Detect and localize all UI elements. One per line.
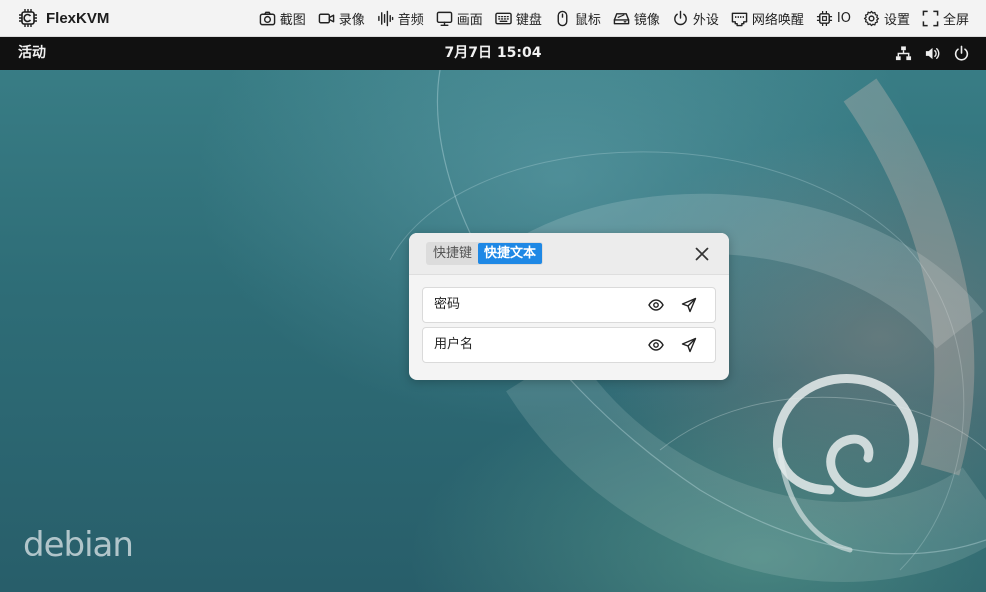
chip-icon — [816, 10, 832, 27]
tab-shortcuts[interactable]: 快捷键 — [427, 243, 478, 264]
mirror-button[interactable]: 镜像 — [610, 0, 663, 37]
display-button[interactable]: 画面 — [433, 0, 486, 37]
close-icon[interactable] — [693, 245, 711, 263]
send-icon[interactable] — [681, 337, 697, 353]
audio-wave-icon — [377, 10, 394, 27]
audio-label: 音频 — [397, 13, 424, 28]
wol-label: 网络唤醒 — [751, 13, 804, 28]
activities-button[interactable]: 活动 — [18, 37, 46, 70]
screenshot-label: 截图 — [279, 13, 306, 28]
chip-logo-icon — [19, 9, 37, 27]
remote-desktop[interactable]: 活动 7月7日 15:04 debian 快捷键 快捷文本 密码 用户名 — [0, 37, 986, 592]
panel-tabs: 快捷键 快捷文本 — [426, 242, 544, 265]
tab-quick-text[interactable]: 快捷文本 — [478, 243, 543, 264]
eye-icon[interactable] — [648, 297, 664, 313]
io-button[interactable]: IO — [813, 0, 854, 37]
item-name: 密码 — [434, 297, 461, 312]
settings-label: 设置 — [883, 13, 910, 28]
ethernet-port-icon — [731, 12, 748, 27]
quick-text-item-username[interactable]: 用户名 — [422, 327, 716, 363]
video-camera-icon — [318, 13, 335, 24]
fullscreen-icon — [922, 10, 939, 27]
screenshot-button[interactable]: 截图 — [256, 0, 309, 37]
kvm-toolbar: FlexKVM 截图 录像 音频 画面 键盘 鼠标 镜像 外设 网络唤醒 IO … — [0, 0, 986, 37]
keyboard-button[interactable]: 键盘 — [492, 0, 545, 37]
send-icon[interactable] — [681, 297, 697, 313]
eye-icon[interactable] — [648, 337, 664, 353]
panel-header: 快捷键 快捷文本 — [409, 233, 729, 275]
wol-button[interactable]: 网络唤醒 — [728, 0, 807, 37]
network-icon — [895, 46, 912, 61]
debian-logo: debian — [23, 525, 134, 565]
mouse-button[interactable]: 鼠标 — [551, 0, 604, 37]
peripheral-button[interactable]: 外设 — [669, 0, 722, 37]
record-button[interactable]: 录像 — [315, 0, 368, 37]
disk-drive-icon — [613, 13, 630, 25]
quick-text-list: 密码 用户名 — [409, 275, 729, 363]
keyboard-icon — [495, 12, 512, 25]
record-label: 录像 — [338, 13, 365, 28]
audio-button[interactable]: 音频 — [374, 0, 427, 37]
monitor-icon — [436, 11, 453, 27]
system-tray[interactable] — [895, 37, 970, 70]
gnome-top-bar: 活动 7月7日 15:04 — [0, 37, 986, 70]
power-icon — [673, 10, 687, 26]
brand: FlexKVM — [0, 0, 109, 36]
clock-display: 7月7日 15:04 — [0, 37, 986, 70]
gear-icon — [863, 10, 880, 27]
settings-button[interactable]: 设置 — [860, 0, 913, 37]
toolbar-actions: 截图 录像 音频 画面 键盘 鼠标 镜像 外设 网络唤醒 IO 设置 全屏 — [250, 0, 972, 37]
quick-text-panel: 快捷键 快捷文本 密码 用户名 — [409, 233, 729, 380]
clock-text[interactable]: 7月7日 15:04 — [445, 45, 542, 61]
mouse-label: 鼠标 — [574, 13, 601, 28]
item-name: 用户名 — [434, 337, 474, 352]
fullscreen-label: 全屏 — [942, 13, 969, 28]
quick-text-item-password[interactable]: 密码 — [422, 287, 716, 323]
keyboard-label: 键盘 — [515, 13, 542, 28]
display-label: 画面 — [456, 13, 483, 28]
fullscreen-button[interactable]: 全屏 — [919, 0, 972, 37]
mouse-icon — [557, 10, 568, 27]
volume-icon — [925, 47, 940, 60]
io-label: IO — [836, 11, 851, 26]
mirror-label: 镜像 — [633, 13, 660, 28]
camera-icon — [259, 11, 276, 26]
power-icon — [954, 45, 969, 61]
peripheral-label: 外设 — [692, 13, 719, 28]
brand-title: FlexKVM — [46, 9, 110, 27]
